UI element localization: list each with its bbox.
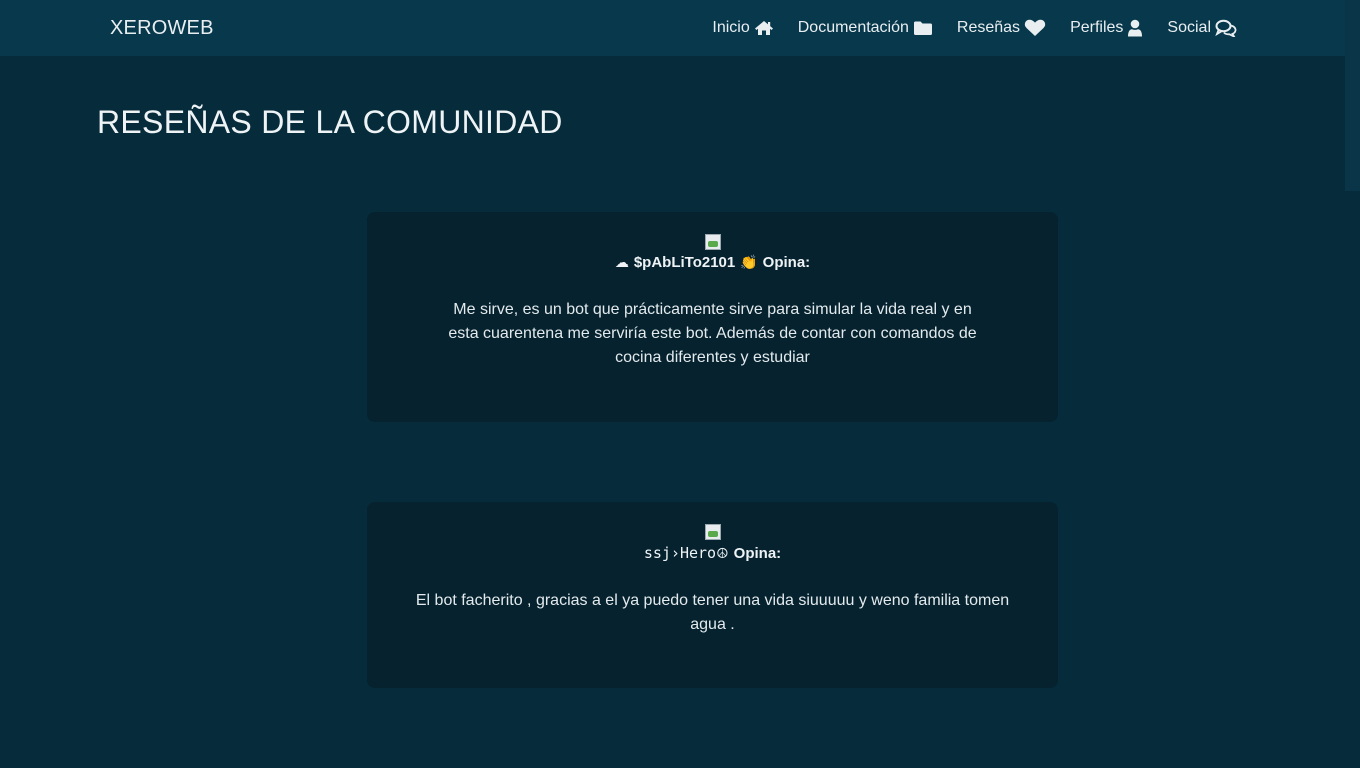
review-author: ssj›Hero: [643, 544, 717, 562]
scrollbar[interactable]: [1345, 0, 1360, 768]
peace-symbol-icon: ☮: [716, 544, 729, 561]
review-text: El bot facherito , gracias a el ya puedo…: [415, 592, 1010, 633]
review-opina-label: Opina:: [762, 254, 811, 271]
cloud-icon: ☁: [614, 254, 629, 270]
nav-item-inicio[interactable]: Inicio: [712, 19, 773, 37]
nav-item-label: Documentación: [797, 19, 909, 36]
avatar: [704, 234, 721, 250]
home-icon: [754, 20, 774, 36]
scrollbar-thumb[interactable]: [1345, 0, 1360, 191]
nav-item-label: Social: [1167, 19, 1211, 36]
brand-logo[interactable]: XEROWEB: [110, 0, 214, 56]
comments-icon: [1215, 19, 1237, 37]
heart-icon: [1024, 19, 1046, 37]
nav-item-documentacion[interactable]: Documentación: [798, 19, 933, 37]
review-opina-label: Opina:: [733, 544, 782, 562]
nav-item-resenas[interactable]: Reseñas: [957, 19, 1046, 37]
review-card: ssj›Hero ☮ Opina: El bot facherito , gra…: [367, 502, 1058, 688]
navbar: XEROWEB Inicio Documentación Reseñas Per…: [0, 0, 1345, 56]
nav-item-label: Inicio: [712, 19, 750, 36]
review-card: ☁ $pAbLiTo2101 👏 Opina: Me sirve, es un …: [367, 212, 1058, 422]
user-icon: [1127, 19, 1143, 37]
review-text: Me sirve, es un bot que prácticamente si…: [448, 301, 977, 366]
nav-item-label: Perfiles: [1070, 19, 1124, 36]
page-title: RESEÑAS DE LA COMUNIDAD: [97, 104, 563, 140]
review-author-line: ☁ $pAbLiTo2101 👏 Opina:: [367, 254, 1058, 271]
nav-item-label: Reseñas: [956, 19, 1021, 36]
nav-links: Inicio Documentación Reseñas Perfiles So…: [712, 0, 1237, 56]
clapping-hands-icon: 👏: [740, 254, 758, 270]
nav-item-social[interactable]: Social: [1167, 19, 1237, 37]
review-author: $pAbLiTo2101: [633, 254, 736, 271]
folder-icon: [913, 20, 933, 36]
avatar: [704, 524, 721, 540]
nav-item-perfiles[interactable]: Perfiles: [1070, 19, 1143, 37]
review-author-line: ssj›Hero ☮ Opina:: [367, 544, 1058, 562]
